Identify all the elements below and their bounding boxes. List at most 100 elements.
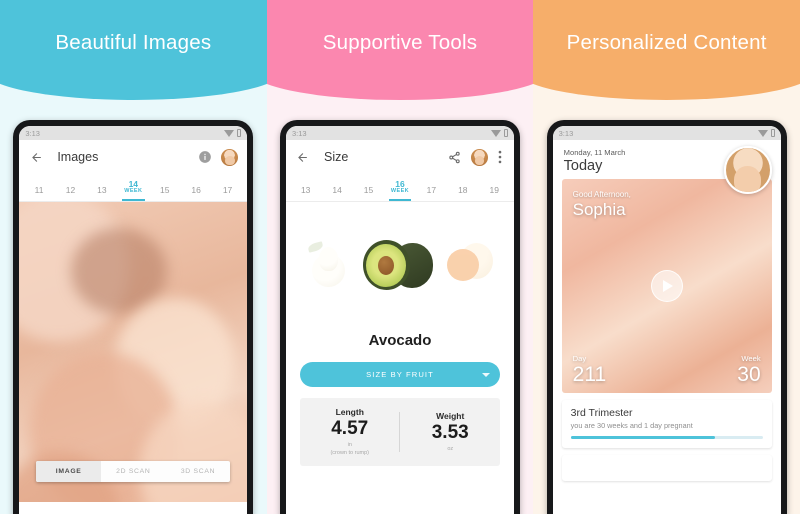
week-number: 19 (489, 185, 499, 196)
phone-screen-3: 3:13 Monday, 11 March Today Good Afterno… (552, 126, 781, 514)
week-tab[interactable]: 17WEEK (416, 186, 447, 201)
stat-label: Length (335, 407, 364, 418)
greeting-name: Sophia (572, 200, 626, 219)
week-tabs-2[interactable]: 13WEEK 14WEEK 15WEEK 16WEEK 17WEEK 18WEE… (285, 174, 514, 202)
share-icon[interactable] (447, 149, 463, 165)
stat-unit-abbr: in (347, 442, 352, 449)
status-icons-3 (757, 129, 775, 137)
stat-length: Length 4.57 in (crown to rump) (300, 407, 400, 457)
size-by-fruit-label: SIZE BY FRUIT (366, 370, 434, 379)
profile-avatar[interactable] (723, 146, 772, 194)
segment-2d-scan[interactable]: 2D SCAN (101, 461, 166, 482)
avatar[interactable] (221, 148, 239, 166)
status-time-1: 3:13 (25, 128, 40, 138)
progress-fill (570, 436, 715, 439)
week-tab[interactable]: 18WEEK (447, 186, 478, 201)
wifi-icon (224, 129, 235, 137)
avocado-half (362, 240, 410, 290)
pear-neck (318, 247, 338, 271)
wifi-icon (490, 129, 501, 137)
app-bar-1: Images (19, 140, 248, 174)
status-time-2: 3:13 (291, 128, 307, 138)
chevron-down-icon (481, 372, 490, 377)
week-value: 30 (737, 363, 761, 386)
week-tab-selected[interactable]: 14 WEEK (118, 180, 149, 201)
play-triangle (663, 280, 674, 292)
status-icons-2 (490, 129, 508, 137)
promo-panel-beautiful-images: Beautiful Images 3:13 Images 11 12 13 14… (0, 0, 267, 514)
banner-title-1: Beautiful Images (55, 31, 212, 54)
week-number: 15 (159, 185, 170, 196)
status-bar-1: 3:13 (19, 126, 248, 140)
phone-mockup-3: 3:13 Monday, 11 March Today Good Afterno… (546, 120, 787, 514)
week-number: 18 (458, 185, 468, 196)
week-number: 15 (363, 185, 374, 196)
week-tab[interactable]: 15WEEK (149, 186, 180, 201)
week-number: 16 (191, 185, 201, 196)
week-number: 14 (332, 185, 342, 196)
week-label: Week (741, 354, 761, 363)
week-tab[interactable]: 13WEEK (290, 186, 321, 201)
week-tab[interactable]: 12WEEK (55, 186, 86, 201)
greeting-block: Good Afternoon, Sophia (573, 190, 631, 220)
phone-mockup-2: 3:13 Size 13 14 15 16 WEEK 17 18 19 Avoc… (279, 120, 520, 514)
avatar[interactable] (470, 148, 488, 166)
week-tab[interactable]: 19WEEK (479, 186, 510, 201)
app-bar-2: Size (285, 140, 514, 174)
week-number: 12 (65, 185, 76, 196)
trimester-card[interactable]: 3rd Trimester you are 30 weeks and 1 day… (561, 400, 772, 448)
week-tab[interactable]: 16WEEK (180, 186, 211, 201)
week-number: 13 (97, 185, 107, 196)
segment-image[interactable]: IMAGE (36, 461, 101, 482)
avocado-flesh (366, 243, 407, 287)
banner-title-2: Supportive Tools (322, 31, 478, 54)
trimester-subtitle: you are 30 weeks and 1 day pregnant (570, 421, 693, 430)
week-tab-selected[interactable]: 16 WEEK (384, 180, 415, 201)
page-title-2: Size (323, 150, 349, 164)
stat-unit-note: (crown to rump) (330, 449, 369, 456)
promo-panel-personalized-content: Personalized Content 3:13 Monday, 11 Mar… (533, 0, 800, 514)
pregnancy-progress-bar (570, 436, 763, 439)
info-icon[interactable] (197, 149, 213, 165)
stat-weight: Weight 3.53 oz (400, 411, 500, 453)
status-bar-3: 3:13 (552, 126, 781, 140)
battery-icon (237, 129, 242, 137)
week-number: 11 (34, 185, 44, 196)
measurements-card: Length 4.57 in (crown to rump) Weight 3.… (299, 398, 500, 466)
stat-value: 4.57 (331, 418, 369, 440)
battery-icon (503, 129, 508, 137)
size-by-fruit-dropdown[interactable]: SIZE BY FRUIT (299, 362, 500, 387)
play-button-icon[interactable] (650, 270, 683, 302)
banner-title-3: Personalized Content (566, 31, 767, 54)
hero-video-card[interactable]: Good Afternoon, Sophia Day 211 Week 30 (561, 179, 772, 393)
week-tab[interactable]: 14WEEK (321, 186, 352, 201)
day-value: 211 (572, 363, 607, 386)
status-bar-2: 3:13 (285, 126, 514, 140)
image-blob (71, 228, 168, 314)
promo-stage: Beautiful Images 3:13 Images 11 12 13 14… (0, 0, 800, 514)
fruit-comparison-row (285, 202, 514, 320)
week-tab[interactable]: 13WEEK (86, 186, 117, 201)
promo-panel-supportive-tools: Supportive Tools 3:13 Size 13 14 15 16 W… (266, 0, 534, 514)
orange-icon (446, 241, 493, 287)
week-tabs-1[interactable]: 11WEEK 12WEEK 13WEEK 14WEEK 15WEEK 16WEE… (19, 174, 248, 202)
week-number: 17 (222, 185, 233, 196)
week-tab[interactable]: 11WEEK (23, 186, 54, 201)
wifi-icon (757, 129, 768, 137)
day-label: Day (572, 354, 587, 363)
pear-icon (307, 241, 349, 287)
stat-unit: in (crown to rump) (300, 442, 400, 457)
today-header: Monday, 11 March Today (552, 140, 781, 194)
back-arrow-icon[interactable] (295, 149, 311, 165)
week-number: 17 (426, 185, 437, 196)
week-tab[interactable]: 17WEEK (212, 186, 243, 201)
overflow-menu-icon[interactable] (496, 149, 505, 165)
week-tab[interactable]: 15WEEK (353, 186, 384, 201)
view-mode-toggle[interactable]: IMAGE 2D SCAN 3D SCAN (36, 461, 231, 482)
next-card-placeholder[interactable] (561, 454, 772, 481)
phone-screen-2: 3:13 Size 13 14 15 16 WEEK 17 18 19 Avoc… (285, 126, 514, 514)
phone-mockup-1: 3:13 Images 11 12 13 14 WEEK 15 16 17 IM… (13, 120, 254, 514)
ultrasound-image: IMAGE 2D SCAN 3D SCAN (19, 202, 248, 502)
segment-3d-scan[interactable]: 3D SCAN (166, 461, 231, 482)
back-arrow-icon[interactable] (28, 149, 44, 165)
